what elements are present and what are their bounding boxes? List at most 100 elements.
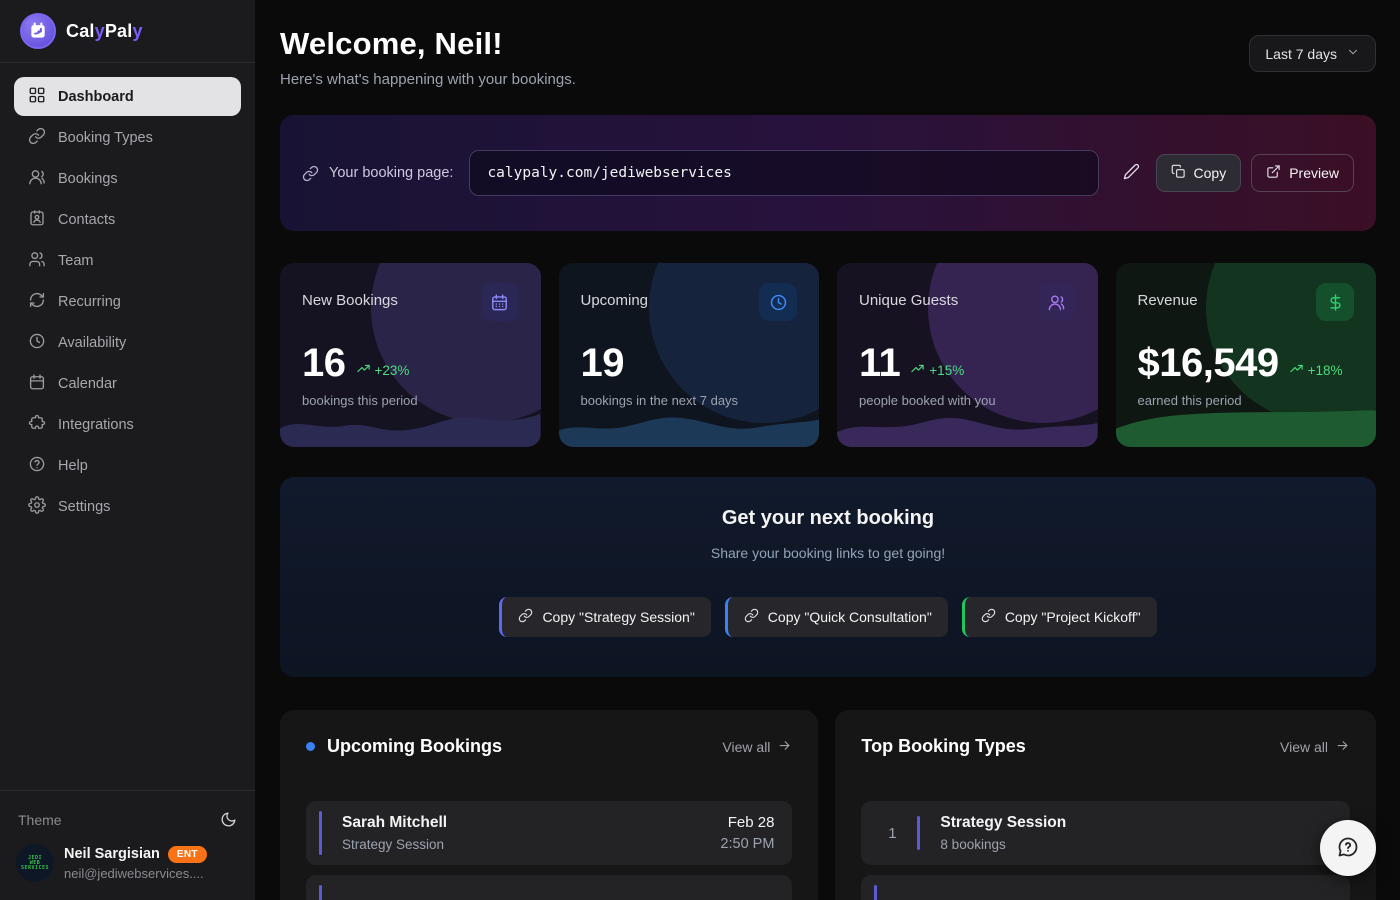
- date-range-dropdown[interactable]: Last 7 days: [1249, 35, 1376, 72]
- sidebar-item-dashboard[interactable]: Dashboard: [14, 77, 241, 116]
- avatar-text: SERVICES: [21, 866, 49, 871]
- user-meta: Neil Sargisian ENT neil@jediwebservices.…: [64, 846, 207, 881]
- sidebar-item-settings[interactable]: Settings: [14, 487, 241, 526]
- booking-list-item[interactable]: Sarah Mitchell Strategy Session Feb 28 2…: [306, 801, 792, 865]
- link-icon: [302, 165, 319, 182]
- cta-button-label: Copy "Project Kickoff": [1005, 609, 1141, 625]
- copy-strategy-session-button[interactable]: Copy "Strategy Session": [499, 597, 710, 637]
- sidebar-item-label: Recurring: [58, 294, 121, 310]
- preview-button-label: Preview: [1289, 165, 1339, 181]
- stat-card-revenue: Revenue $16,549 +18% earned this period: [1116, 263, 1377, 447]
- sidebar-item-integrations[interactable]: Integrations: [14, 405, 241, 444]
- user-profile[interactable]: JEDI WEB SERVICES Neil Sargisian ENT nei…: [16, 844, 239, 882]
- booking-date: Feb 28: [720, 814, 774, 831]
- copy-project-kickoff-button[interactable]: Copy "Project Kickoff": [962, 597, 1157, 637]
- stat-label: Upcoming: [581, 292, 649, 309]
- view-all-types-link[interactable]: View all: [1280, 738, 1350, 756]
- upcoming-bookings-title: Upcoming Bookings: [306, 736, 502, 757]
- stat-card-upcoming: Upcoming 19 bookings in the next 7 days: [559, 263, 820, 447]
- stat-label: New Bookings: [302, 292, 398, 309]
- sidebar-item-help[interactable]: Help: [14, 446, 241, 485]
- link-icon: [981, 608, 996, 626]
- cta-button-label: Copy "Strategy Session": [542, 609, 694, 625]
- booking-type-name: Strategy Session: [940, 814, 1066, 832]
- arrow-right-icon: [1335, 738, 1350, 756]
- preview-button[interactable]: Preview: [1251, 154, 1354, 192]
- copy-url-button[interactable]: Copy: [1156, 154, 1242, 192]
- stat-delta: +18%: [1289, 361, 1343, 383]
- stat-delta: +23%: [356, 361, 410, 383]
- booking-url-input[interactable]: [469, 150, 1098, 196]
- trending-up-icon: [1289, 361, 1304, 379]
- page-title: Welcome, Neil!: [280, 26, 576, 62]
- booking-type-count: 8 bookings: [940, 837, 1066, 852]
- sidebar-item-label: Booking Types: [58, 130, 153, 146]
- stat-label: Unique Guests: [859, 292, 958, 309]
- chat-question-icon: [1336, 835, 1360, 862]
- accent-bar: [917, 816, 920, 850]
- view-all-bookings-link[interactable]: View all: [722, 738, 792, 756]
- trending-up-icon: [356, 361, 371, 379]
- sidebar-item-label: Team: [58, 253, 93, 269]
- arrow-right-icon: [777, 738, 792, 756]
- external-link-icon: [1266, 164, 1281, 182]
- sidebar-nav: Dashboard Booking Types Bookings Contact…: [0, 63, 255, 790]
- sidebar-item-calendar[interactable]: Calendar: [14, 364, 241, 403]
- booking-time: 2:50 PM: [720, 836, 774, 852]
- stat-value: $16,549: [1138, 343, 1279, 383]
- accent-bar: [874, 885, 877, 900]
- users-round-icon: [28, 168, 46, 190]
- theme-toggle-moon-icon[interactable]: [220, 811, 237, 828]
- copy-quick-consultation-button[interactable]: Copy "Quick Consultation": [725, 597, 948, 637]
- sidebar-item-contacts[interactable]: Contacts: [14, 200, 241, 239]
- sidebar-item-availability[interactable]: Availability: [14, 323, 241, 362]
- contact-card-icon: [28, 209, 46, 231]
- copy-button-label: Copy: [1194, 165, 1227, 181]
- page-subtitle: Here's what's happening with your bookin…: [280, 71, 576, 88]
- sidebar-footer: Theme JEDI WEB SERVICES Neil Sargisian E…: [0, 790, 255, 900]
- user-email: neil@jediwebservices....: [64, 866, 207, 881]
- link-icon: [28, 127, 46, 149]
- accent-bar: [319, 885, 322, 900]
- main-content: Welcome, Neil! Here's what's happening w…: [255, 0, 1400, 900]
- sidebar: CalyPaly Dashboard Booking Types Booking…: [0, 0, 255, 900]
- booking-type-list-item[interactable]: 1 Strategy Session 8 bookings: [861, 801, 1350, 865]
- stat-delta: +15%: [910, 361, 964, 383]
- stat-label: Revenue: [1138, 292, 1198, 309]
- clock-icon: [28, 332, 46, 354]
- clock-icon: [759, 283, 797, 321]
- link-icon: [518, 608, 533, 626]
- booking-link-banner: Your booking page: Copy Preview: [280, 115, 1376, 231]
- booking-list-item-partial[interactable]: [306, 875, 792, 900]
- help-chat-button[interactable]: [1320, 820, 1376, 876]
- cta-button-label: Copy "Quick Consultation": [768, 609, 932, 625]
- sidebar-item-label: Calendar: [58, 376, 117, 392]
- stat-caption: earned this period: [1138, 393, 1355, 408]
- top-booking-types-panel: Top Booking Types View all 1 Strategy Se…: [835, 710, 1376, 900]
- puzzle-icon: [28, 414, 46, 436]
- stat-value: 11: [859, 343, 900, 383]
- stat-card-unique-guests: Unique Guests 11 +15% people booked with…: [837, 263, 1098, 447]
- link-icon: [744, 608, 759, 626]
- cta-buttons: Copy "Strategy Session" Copy "Quick Cons…: [280, 597, 1376, 637]
- booking-type-list-item-partial[interactable]: [861, 875, 1350, 900]
- sidebar-item-booking-types[interactable]: Booking Types: [14, 118, 241, 157]
- upcoming-bookings-panel: Upcoming Bookings View all Sarah Mitchel…: [280, 710, 818, 900]
- sidebar-item-label: Availability: [58, 335, 126, 351]
- stats-row: New Bookings 16 +23% bookings this perio…: [280, 263, 1376, 447]
- sidebar-item-team[interactable]: Team: [14, 241, 241, 280]
- users-icon: [28, 250, 46, 272]
- booking-guest-name: Sarah Mitchell: [342, 814, 447, 832]
- sidebar-item-recurring[interactable]: Recurring: [14, 282, 241, 321]
- edit-url-button[interactable]: [1115, 155, 1148, 191]
- sidebar-item-bookings[interactable]: Bookings: [14, 159, 241, 198]
- view-all-label: View all: [1280, 739, 1328, 755]
- chevron-down-icon: [1346, 45, 1360, 62]
- brand-name: CalyPaly: [66, 21, 143, 42]
- sidebar-item-label: Help: [58, 458, 88, 474]
- stat-value: 16: [302, 343, 346, 383]
- bottom-panels: Upcoming Bookings View all Sarah Mitchel…: [280, 710, 1376, 900]
- avatar: JEDI WEB SERVICES: [16, 844, 54, 882]
- sidebar-item-label: Integrations: [58, 417, 134, 433]
- stat-value: 19: [581, 343, 625, 383]
